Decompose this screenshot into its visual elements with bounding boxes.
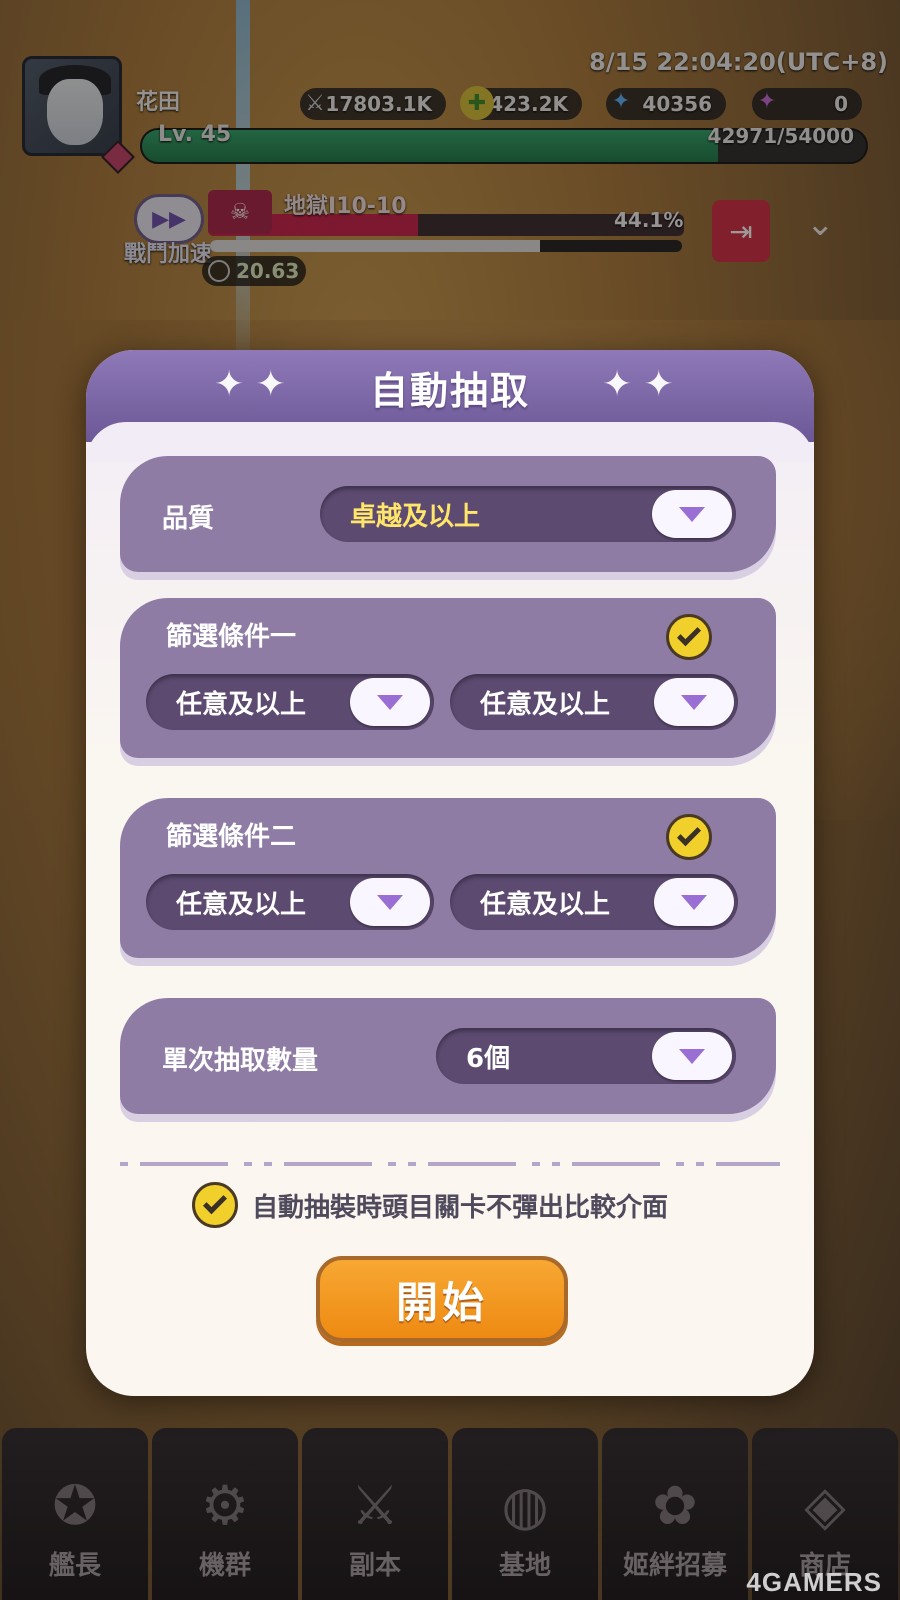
triangle-down-icon — [377, 694, 403, 710]
filter1-checkbox[interactable] — [666, 614, 712, 660]
quantity-dropdown-button[interactable] — [652, 1032, 732, 1080]
filter1-right-dropdown[interactable]: 任意及以上 — [450, 674, 738, 730]
compare-option-checkbox[interactable] — [192, 1182, 238, 1228]
checkmark-icon — [202, 1190, 228, 1215]
filter1-right-dropdown-button[interactable] — [654, 678, 734, 726]
filter2-card: 篩選條件二 任意及以上 任意及以上 — [120, 798, 776, 958]
quantity-dropdown[interactable]: 6個 — [436, 1028, 736, 1084]
start-button-label: 開始 — [395, 1277, 488, 1327]
quality-dropdown-button[interactable] — [652, 490, 732, 538]
quality-label: 品質 — [162, 504, 215, 534]
filter2-right-dropdown-button[interactable] — [654, 878, 734, 926]
filter2-right-dropdown[interactable]: 任意及以上 — [450, 874, 738, 930]
quantity-card: 單次抽取數量 6個 — [120, 998, 776, 1114]
filter2-left-dropdown-button[interactable] — [350, 878, 430, 926]
quality-card: 品質 卓越及以上 — [120, 456, 776, 572]
checkmark-icon — [676, 822, 702, 847]
quality-dropdown[interactable]: 卓越及以上 — [320, 486, 736, 542]
dashed-divider — [120, 1162, 780, 1166]
triangle-down-icon — [679, 506, 705, 522]
compare-option-row[interactable]: 自動抽裝時頭目關卡不彈出比較介面 — [192, 1182, 668, 1228]
filter1-card: 篩選條件一 任意及以上 任意及以上 — [120, 598, 776, 758]
filter1-left-dropdown[interactable]: 任意及以上 — [146, 674, 434, 730]
triangle-down-icon — [679, 1048, 705, 1064]
filter2-checkbox[interactable] — [666, 814, 712, 860]
watermark: 4GAMERS — [746, 1567, 882, 1597]
filter2-left-dropdown[interactable]: 任意及以上 — [146, 874, 434, 930]
dialog-title: 自動抽取 — [369, 369, 530, 413]
filter2-label: 篩選條件二 — [166, 822, 297, 852]
compare-option-label: 自動抽裝時頭目關卡不彈出比較介面 — [252, 1192, 669, 1223]
start-button[interactable]: 開始 — [316, 1256, 568, 1342]
triangle-down-icon — [377, 894, 403, 910]
triangle-down-icon — [681, 694, 707, 710]
filter1-left-dropdown-button[interactable] — [350, 678, 430, 726]
triangle-down-icon — [681, 894, 707, 910]
checkmark-icon — [676, 622, 702, 647]
auto-draw-dialog: ✦ ✦ ✦ ✦ 自動抽取 品質 卓越及以上 篩選條件一 任意及以上 任意及以上 … — [86, 350, 814, 1396]
filter1-label: 篩選條件一 — [166, 622, 297, 652]
quantity-label: 單次抽取數量 — [162, 1046, 319, 1076]
